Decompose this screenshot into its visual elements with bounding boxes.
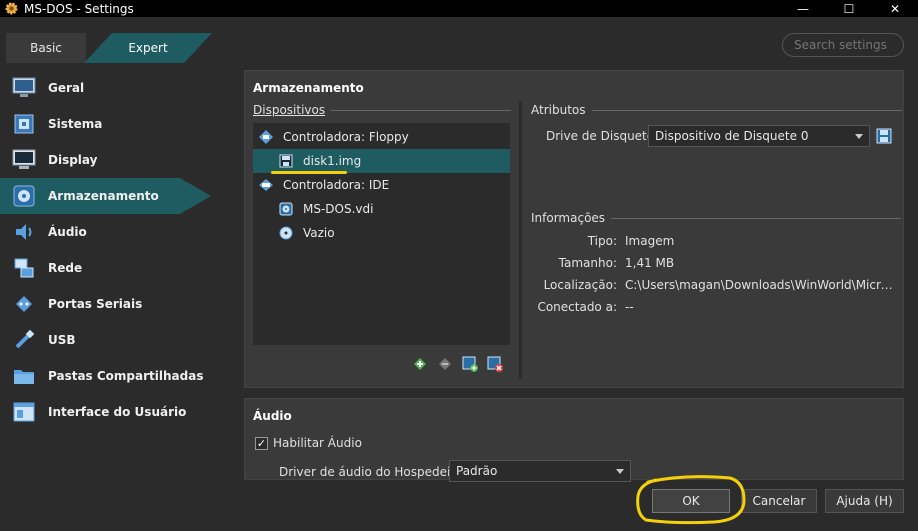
tree-item-floppy-controller[interactable]: Controladora: Floppy	[253, 125, 510, 149]
pane-splitter[interactable]	[519, 101, 522, 379]
cancel-button[interactable]: Cancelar	[741, 489, 817, 513]
serial-ports-icon	[12, 292, 36, 316]
sidebar-item-label: Rede	[48, 261, 83, 275]
virtualbox-gear-icon	[4, 2, 18, 16]
tree-item-ms-dos-vdi[interactable]: MS-DOS.vdi	[253, 197, 510, 221]
yellow-underline-annotation	[271, 171, 347, 174]
sidebar-item-sistema[interactable]: Sistema	[0, 106, 240, 142]
mode-switch: Basic Expert	[6, 33, 212, 63]
enable-audio-checkbox[interactable]: ✓	[255, 437, 268, 450]
shared-folders-icon	[12, 364, 36, 388]
info-location-value: C:\Users\magan\Downloads\WinWorld\Micros…	[625, 278, 897, 292]
sidebar-item-geral[interactable]: Geral	[0, 70, 240, 106]
sidebar-item-label: Interface do Usuário	[48, 405, 187, 419]
sidebar-item-label: USB	[48, 333, 76, 347]
display-icon	[12, 148, 36, 172]
remove-attachment-icon[interactable]	[486, 355, 503, 372]
sidebar-item-label: Geral	[48, 81, 85, 95]
chevron-down-icon	[616, 469, 624, 474]
sidebar-item-portas-seriais[interactable]: Portas Seriais	[0, 286, 240, 322]
general-icon	[12, 76, 36, 100]
info-attached-key: Conectado a:	[537, 300, 617, 314]
sidebar-item-usb[interactable]: USB	[0, 322, 240, 358]
info-size-key: Tamanho:	[558, 256, 617, 270]
sidebar-item-armazenamento[interactable]: Armazenamento	[0, 178, 211, 214]
host-audio-driver-label: Driver de áudio do Hospedeiro:	[279, 465, 467, 479]
storage-device-tree[interactable]: Controladora: Floppy disk1.img Controlad…	[253, 123, 510, 345]
tree-item-ide-controller[interactable]: Controladora: IDE	[253, 173, 510, 197]
remove-controller-icon[interactable]	[436, 355, 453, 372]
tree-toolbar	[411, 355, 503, 372]
search-settings-input[interactable]	[782, 33, 904, 57]
storage-panel: Armazenamento Dispositivos Controladora:…	[244, 70, 904, 388]
close-button[interactable]: ✕	[872, 0, 918, 17]
storage-icon	[12, 184, 36, 208]
floppy-drive-select[interactable]: Dispositivo de Disquete 0	[648, 125, 870, 147]
floppy-controller-icon	[257, 128, 275, 146]
window-controls: — ☐ ✕	[780, 0, 918, 17]
minimize-button[interactable]: —	[780, 0, 826, 17]
sidebar-item-label: Áudio	[48, 225, 87, 239]
devices-group-label: Dispositivos	[253, 103, 512, 117]
title-bar: MS-DOS - Settings — ☐ ✕	[0, 0, 918, 17]
ide-controller-icon	[257, 176, 275, 194]
add-controller-icon[interactable]	[411, 355, 428, 372]
sidebar-item-label: Display	[48, 153, 98, 167]
hard-disk-icon	[277, 200, 295, 218]
choose-floppy-image-icon[interactable]	[875, 127, 892, 144]
optical-disc-icon	[277, 224, 295, 242]
add-attachment-icon[interactable]	[461, 355, 478, 372]
sidebar-item-label: Sistema	[48, 117, 103, 131]
window-title: MS-DOS - Settings	[24, 1, 134, 16]
maximize-button[interactable]: ☐	[826, 0, 872, 17]
floppy-disk-icon	[277, 152, 295, 170]
chevron-down-icon	[855, 134, 863, 139]
info-location-key: Localização:	[543, 278, 617, 292]
sidebar-item-rede[interactable]: Rede	[0, 250, 240, 286]
info-type-value: Imagem	[625, 234, 675, 248]
help-button[interactable]: Ajuda (H)	[825, 489, 904, 513]
usb-icon	[12, 328, 36, 352]
info-type-key: Tipo:	[587, 234, 617, 248]
info-size-value: 1,41 MB	[625, 256, 675, 270]
sidebar-item-label: Portas Seriais	[48, 297, 143, 311]
enable-audio-label: Habilitar Áudio	[273, 436, 362, 450]
user-interface-icon	[12, 400, 36, 424]
yellow-circle-annotation	[636, 475, 746, 525]
attributes-group-label: Atributos	[531, 103, 902, 117]
sidebar-item-pastas-compartilhadas[interactable]: Pastas Compartilhadas	[0, 358, 240, 394]
audio-panel-title: Áudio	[253, 409, 292, 423]
basic-mode-tab[interactable]: Basic	[6, 33, 86, 63]
sidebar-item-display[interactable]: Display	[0, 142, 240, 178]
audio-icon	[12, 220, 36, 244]
settings-sidebar: Geral Sistema Display Armazenamento Áudi…	[0, 70, 240, 430]
audio-panel: Áudio ✓ Habilitar Áudio Driver de áudio …	[244, 398, 904, 482]
host-audio-driver-select[interactable]: Padrão	[449, 460, 631, 482]
tree-item-disk1-img[interactable]: disk1.img	[253, 149, 510, 173]
sidebar-item-label: Pastas Compartilhadas	[48, 369, 204, 383]
network-icon	[12, 256, 36, 280]
info-attached-value: --	[625, 300, 634, 314]
sidebar-item-interface-do-usuario[interactable]: Interface do Usuário	[0, 394, 240, 430]
sidebar-item-audio[interactable]: Áudio	[0, 214, 240, 250]
sidebar-item-label: Armazenamento	[48, 189, 159, 203]
expert-mode-tab[interactable]: Expert	[84, 33, 212, 63]
storage-panel-title: Armazenamento	[253, 81, 364, 95]
system-icon	[12, 112, 36, 136]
tree-item-empty-optical[interactable]: Vazio	[253, 221, 510, 245]
floppy-drive-label: Drive de Disquete:	[546, 129, 659, 143]
information-group-label: Informações	[531, 211, 902, 225]
